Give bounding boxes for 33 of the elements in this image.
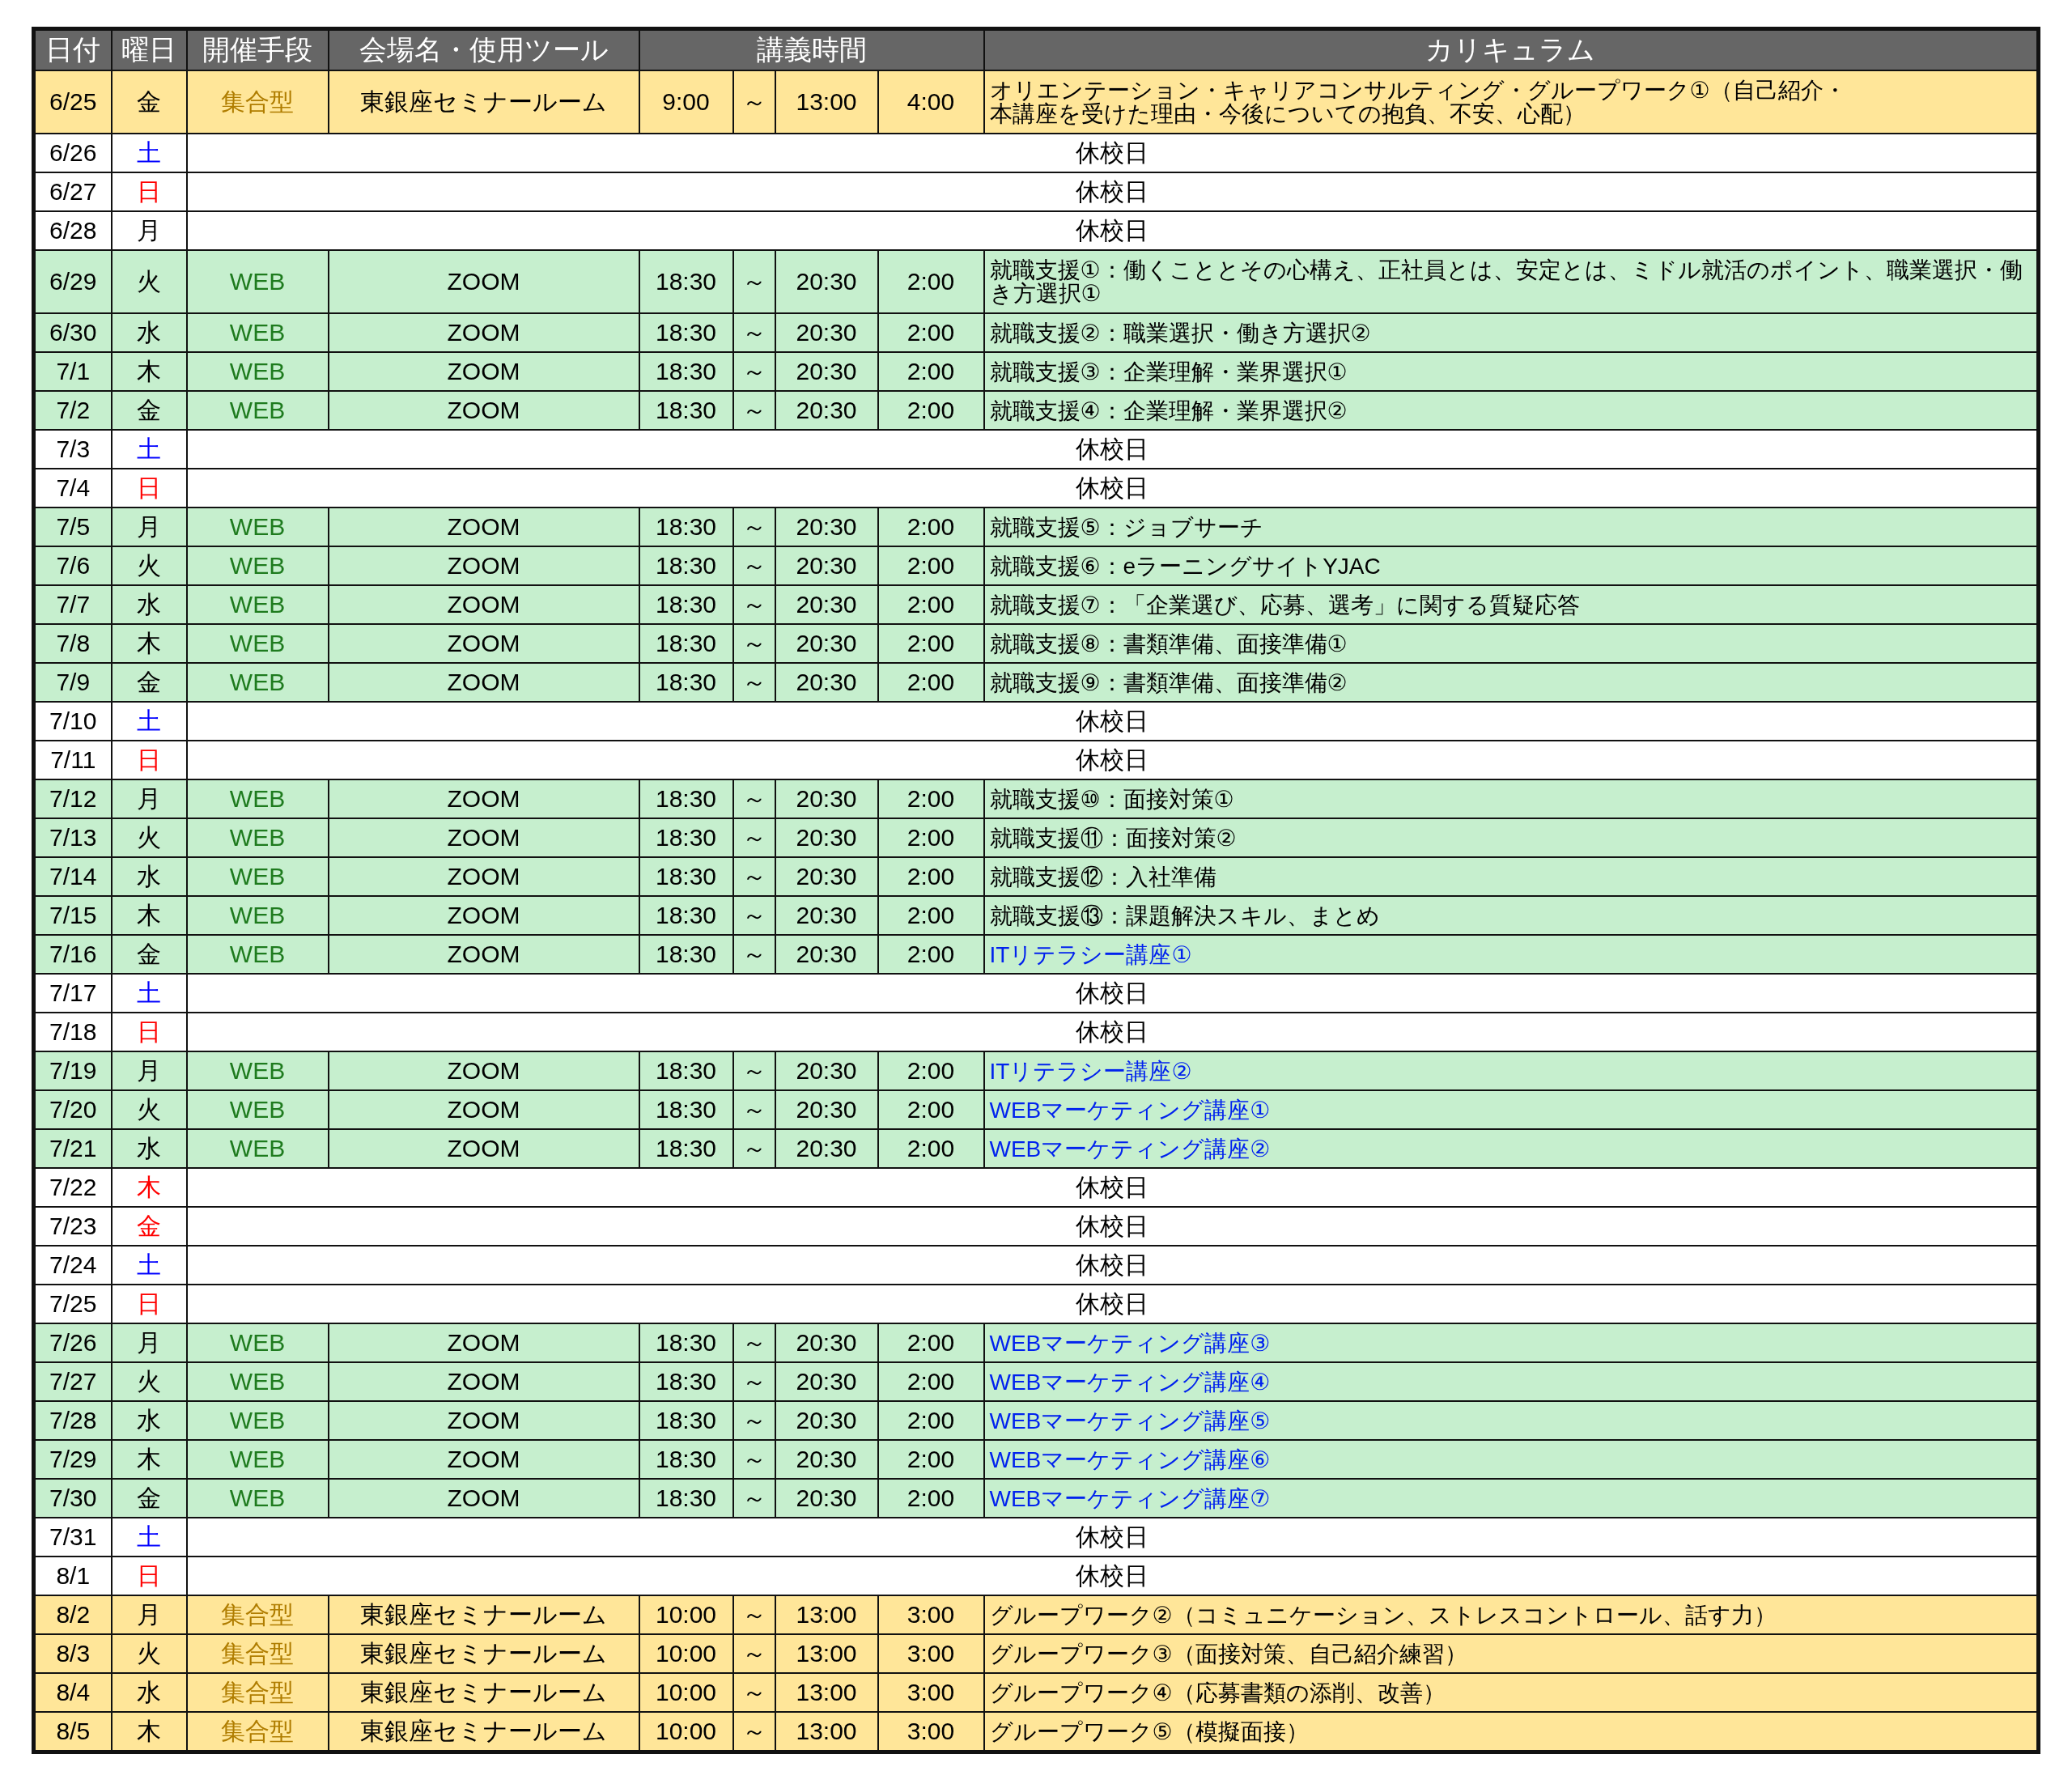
curriculum-text: WEBマーケティング講座⑥ bbox=[989, 1448, 1271, 1472]
curriculum-text: オリエンテーション・キャリアコンサルティング・グループワーク①（自己紹介・ 本講座を受けた理由・今後についての抱負、不安、心配） bbox=[989, 78, 1846, 126]
curriculum-text: 就職支援⑧：書類準備、面接準備① bbox=[989, 632, 1348, 656]
curriculum-text: グループワーク④（応募書類の添削、改善） bbox=[989, 1681, 1446, 1705]
curriculum-text: ITリテラシー講座② bbox=[989, 1060, 1192, 1084]
curriculum-text: 就職支援⑩：面接対策① bbox=[989, 788, 1234, 812]
curriculum-text: WEBマーケティング講座④ bbox=[989, 1370, 1271, 1395]
curriculum-text: 就職支援⑬：課題解決スキル、まとめ bbox=[989, 904, 1380, 928]
curriculum-text: グループワーク②（コミュニケーション、ストレスコントロール、話す力） bbox=[989, 1603, 1777, 1628]
curriculum-text: 就職支援⑨：書類準備、面接準備② bbox=[989, 671, 1348, 695]
curriculum-text: 就職支援⑦：「企業選び、応募、選考」に関する質疑応答 bbox=[989, 593, 1580, 618]
curriculum-text: WEBマーケティング講座⑤ bbox=[989, 1409, 1271, 1433]
curriculum-text: 就職支援④：企業理解・業界選択② bbox=[989, 399, 1348, 423]
curriculum-text: 就職支援①：働くこととその心構え、正社員とは、安定とは、ミドル就活のポイント、職業選択・働 き方選択① bbox=[989, 257, 2023, 306]
column-header: 日付 bbox=[33, 28, 112, 70]
curriculum-text: 就職支援③：企業理解・業界選択① bbox=[989, 360, 1348, 384]
curriculum-text: 就職支援②：職業選択・働き方選択② bbox=[989, 321, 1371, 346]
curriculum-text: 就職支援⑤：ジョブサーチ bbox=[989, 516, 1263, 540]
column-header: 曜日 bbox=[111, 28, 187, 70]
curriculum-text: WEBマーケティング講座② bbox=[989, 1137, 1271, 1162]
column-header: 会場名・使用ツール bbox=[328, 28, 639, 70]
curriculum-text: 就職支援⑪：面接対策② bbox=[989, 826, 1237, 851]
curriculum-text: WEBマーケティング講座③ bbox=[989, 1331, 1271, 1356]
curriculum-text: 就職支援⑫：入社準備 bbox=[989, 865, 1216, 890]
curriculum-text: 就職支援⑥：eラーニングサイトYJAC bbox=[989, 554, 1381, 579]
column-header: 開催手段 bbox=[186, 28, 329, 70]
curriculum-text: WEBマーケティング講座⑦ bbox=[989, 1487, 1271, 1511]
curriculum-text: グループワーク⑤（模擬面接） bbox=[989, 1720, 1309, 1744]
column-header: 講義時間 bbox=[639, 28, 984, 70]
curriculum-text: ITリテラシー講座① bbox=[989, 943, 1192, 967]
curriculum-text: WEBマーケティング講座① bbox=[989, 1098, 1271, 1123]
column-header: カリキュラム bbox=[983, 28, 2039, 70]
curriculum-text: グループワーク③（面接対策、自己紹介練習） bbox=[989, 1642, 1467, 1667]
